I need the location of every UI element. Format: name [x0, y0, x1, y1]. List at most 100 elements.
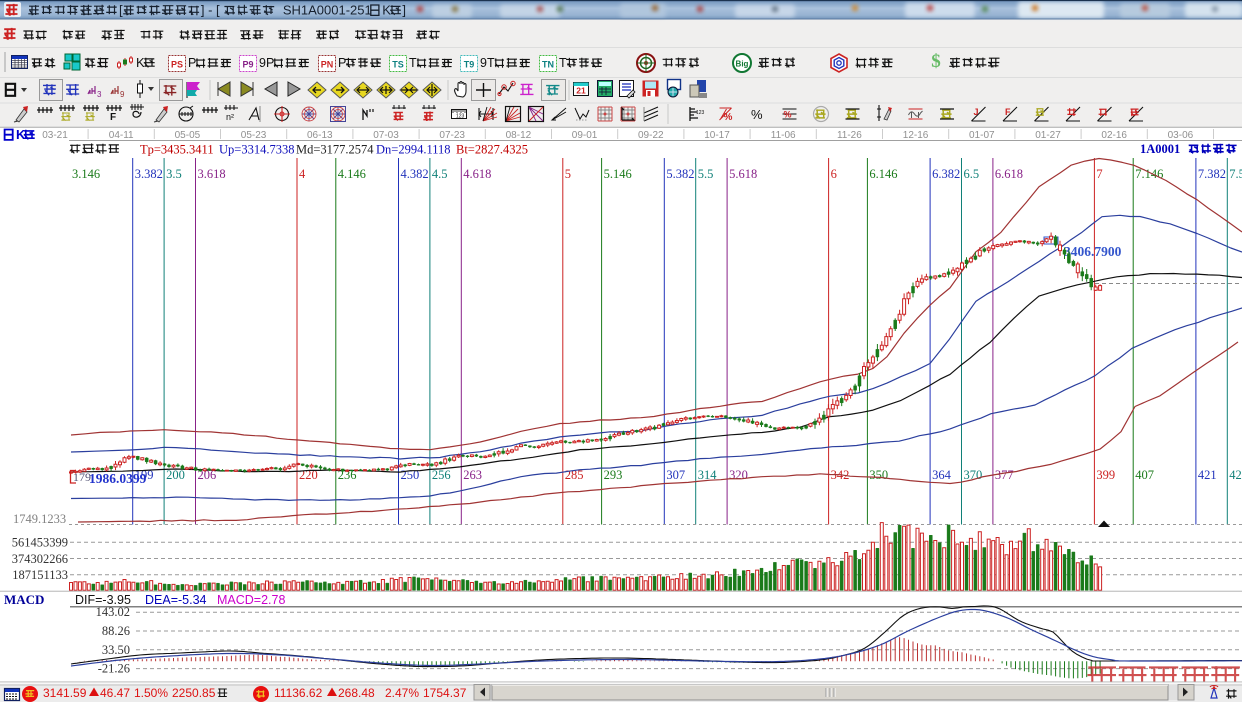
- svg-text:Md=3177.2574: Md=3177.2574: [296, 143, 374, 157]
- svg-text:7: 7: [1096, 167, 1102, 181]
- svg-text:5: 5: [565, 167, 571, 181]
- svg-text:2250.85: 2250.85: [172, 686, 216, 700]
- svg-text:123: 123: [696, 110, 705, 116]
- svg-text:9T: 9T: [480, 56, 495, 70]
- svg-text:-21.26: -21.26: [98, 662, 130, 676]
- svg-text:Bt=2827.4325: Bt=2827.4325: [456, 143, 528, 157]
- svg-text:33.50: 33.50: [102, 643, 130, 657]
- svg-text:T: T: [559, 56, 567, 70]
- svg-text:5.146: 5.146: [604, 167, 632, 181]
- svg-text:09-01: 09-01: [572, 130, 598, 141]
- svg-text:K: K: [136, 55, 145, 70]
- svg-text:Up=3314.7338: Up=3314.7338: [219, 143, 294, 157]
- svg-text:350: 350: [869, 468, 888, 482]
- svg-text:01-27: 01-27: [1035, 130, 1061, 141]
- svg-text:561453399: 561453399: [12, 536, 68, 550]
- svg-text:DEA=-5.34: DEA=-5.34: [145, 593, 207, 607]
- svg-text:9P: 9P: [259, 56, 274, 70]
- svg-text:3.618: 3.618: [197, 167, 225, 181]
- svg-text:TN: TN: [542, 60, 554, 70]
- svg-text:320: 320: [729, 468, 748, 482]
- svg-text:MACD=2.78: MACD=2.78: [217, 593, 285, 607]
- svg-text:399: 399: [1096, 468, 1115, 482]
- svg-text:187151133: 187151133: [12, 568, 68, 582]
- svg-text:9: 9: [120, 90, 125, 99]
- svg-text:377: 377: [995, 468, 1014, 482]
- svg-text:Tp=3435.3411: Tp=3435.3411: [140, 143, 214, 157]
- svg-text:] - [: ] - [: [201, 3, 220, 18]
- svg-text:3406.7900: 3406.7900: [1064, 244, 1122, 259]
- svg-text:200: 200: [166, 468, 185, 482]
- svg-text:P: P: [188, 56, 196, 70]
- svg-text:307: 307: [666, 468, 685, 482]
- svg-text:46.47: 46.47: [100, 686, 130, 700]
- svg-text:7.5: 7.5: [1229, 167, 1242, 181]
- svg-text:143.02: 143.02: [96, 605, 130, 619]
- svg-text:6.146: 6.146: [869, 167, 897, 181]
- svg-text:3.146: 3.146: [72, 167, 100, 181]
- svg-text:4.382: 4.382: [401, 167, 429, 181]
- svg-text:Big: Big: [736, 60, 749, 69]
- svg-text:1754.37: 1754.37: [423, 686, 467, 700]
- svg-text:123: 123: [456, 114, 465, 120]
- svg-text:88.26: 88.26: [102, 624, 130, 638]
- svg-text:3.5: 3.5: [166, 167, 182, 181]
- svg-text:09-22: 09-22: [638, 130, 664, 141]
- svg-text:02-16: 02-16: [1101, 130, 1127, 141]
- svg-text:7.146: 7.146: [1135, 167, 1163, 181]
- svg-text:5.5: 5.5: [698, 167, 714, 181]
- svg-text:06-13: 06-13: [307, 130, 333, 141]
- svg-text:5.618: 5.618: [729, 167, 757, 181]
- svg-text:03-06: 03-06: [1168, 130, 1194, 141]
- svg-text:3: 3: [97, 90, 102, 99]
- svg-text:11136.62: 11136.62: [274, 686, 323, 700]
- svg-text:12-16: 12-16: [903, 130, 929, 141]
- svg-text:3141.59: 3141.59: [43, 686, 87, 700]
- svg-text:03-21: 03-21: [42, 130, 68, 141]
- svg-text:6.618: 6.618: [995, 167, 1023, 181]
- svg-text:K: K: [382, 3, 391, 18]
- svg-text:1986.0399: 1986.0399: [89, 471, 147, 486]
- svg-text:Dn=2994.1118: Dn=2994.1118: [376, 143, 451, 157]
- svg-text:4.618: 4.618: [463, 167, 491, 181]
- svg-text:P9: P9: [242, 60, 253, 70]
- svg-text:T9: T9: [464, 60, 475, 70]
- svg-text:08-12: 08-12: [506, 130, 532, 141]
- svg-text:T: T: [409, 56, 417, 70]
- svg-text:%: %: [724, 112, 733, 123]
- svg-text:F: F: [1005, 107, 1011, 117]
- svg-text:SH1A0001-251: SH1A0001-251: [276, 3, 372, 18]
- svg-text:364: 364: [932, 468, 952, 482]
- svg-text:6: 6: [831, 167, 837, 181]
- svg-text:]: ]: [402, 3, 406, 18]
- svg-text:6.5: 6.5: [964, 167, 980, 181]
- svg-text:268.48: 268.48: [338, 686, 375, 700]
- svg-text:263: 263: [463, 468, 482, 482]
- svg-text:PS: PS: [171, 60, 183, 70]
- svg-text:01-07: 01-07: [969, 130, 995, 141]
- svg-text:07-23: 07-23: [439, 130, 465, 141]
- svg-text:407: 407: [1135, 468, 1154, 482]
- svg-text:4: 4: [299, 167, 306, 181]
- svg-text:04-11: 04-11: [109, 130, 134, 141]
- svg-text:5.382: 5.382: [666, 167, 694, 181]
- svg-text:2.47%: 2.47%: [385, 686, 419, 700]
- svg-text:[: [: [119, 3, 123, 18]
- svg-text:10-17: 10-17: [704, 130, 730, 141]
- svg-text:n²: n²: [226, 112, 234, 122]
- svg-text:TS: TS: [392, 60, 404, 70]
- svg-text:428: 428: [1229, 468, 1242, 482]
- svg-text:11-06: 11-06: [771, 130, 796, 141]
- svg-text:%: %: [751, 107, 763, 122]
- svg-text:421: 421: [1198, 468, 1217, 482]
- svg-text:05-05: 05-05: [175, 130, 201, 141]
- svg-text:$: $: [931, 51, 941, 72]
- svg-text:3.382: 3.382: [135, 167, 163, 181]
- svg-text:11-26: 11-26: [837, 130, 862, 141]
- svg-text:07-03: 07-03: [373, 130, 399, 141]
- svg-text:6.382: 6.382: [932, 167, 960, 181]
- svg-text:374302266: 374302266: [12, 552, 68, 566]
- svg-text:P: P: [338, 56, 346, 70]
- svg-text:1A0001: 1A0001: [1140, 142, 1180, 156]
- svg-text:J: J: [974, 107, 979, 117]
